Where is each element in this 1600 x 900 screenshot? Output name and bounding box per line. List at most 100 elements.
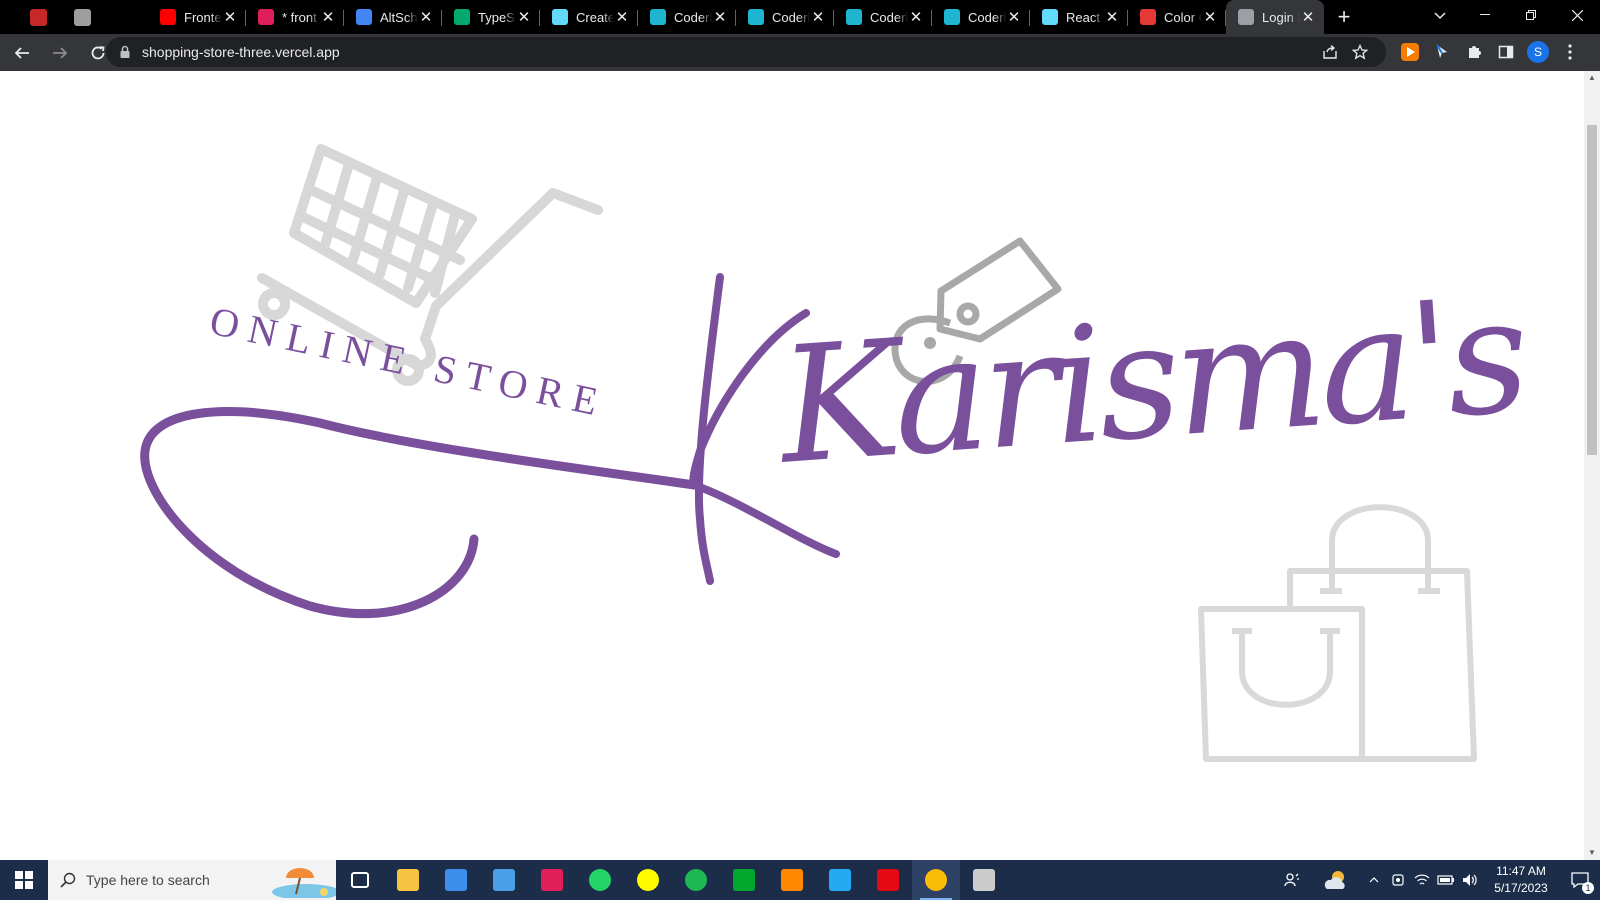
pinned-tab-1[interactable] [16, 0, 60, 34]
pinned-tab-2[interactable] [60, 0, 104, 34]
scrollbar-thumb[interactable] [1587, 125, 1597, 455]
taskbar-app-whatsapp[interactable] [576, 860, 624, 900]
taskbar-app-slack[interactable] [528, 860, 576, 900]
restore-button[interactable] [1508, 0, 1554, 30]
evernote-icon [733, 869, 755, 891]
minimize-button[interactable] [1462, 0, 1508, 30]
tab-close-icon[interactable]: ✕ [222, 8, 238, 26]
search-icon [60, 872, 76, 888]
menu-kebab-icon[interactable] [1558, 37, 1582, 67]
tab-close-icon[interactable]: ✕ [1104, 8, 1120, 26]
chevron-up-icon[interactable] [1362, 860, 1386, 900]
tab-close-icon[interactable]: ✕ [908, 8, 924, 26]
taskbar-app-spotify[interactable] [672, 860, 720, 900]
browser-tab[interactable]: Login I ✕ [1226, 0, 1324, 34]
browser-tab[interactable]: Coderb✕ [834, 0, 932, 34]
taskbar-app-evernote[interactable] [720, 860, 768, 900]
tab-close-icon[interactable]: ✕ [614, 8, 630, 26]
pinned-tabs [0, 0, 148, 34]
taskbar-app-task-view[interactable] [336, 860, 384, 900]
taskbar-app-chrome[interactable] [912, 860, 960, 900]
react-icon [1042, 9, 1058, 25]
browser-tab[interactable]: React / ✕ [1030, 0, 1128, 34]
browser-tab[interactable]: Coderb✕ [736, 0, 834, 34]
tab-title: Fronte [184, 9, 222, 25]
system-clock[interactable]: 11:47 AM 5/17/2023 [1482, 863, 1560, 897]
bookmark-star-icon[interactable] [1352, 44, 1368, 60]
tab-close-icon[interactable]: ✕ [516, 8, 532, 26]
battery-icon[interactable] [1434, 860, 1458, 900]
notification-center-button[interactable]: 1 [1560, 860, 1600, 900]
notification-badge: 1 [1582, 882, 1594, 894]
back-button[interactable] [6, 37, 38, 69]
coderbyte-icon [650, 9, 666, 25]
youtube-icon [160, 9, 176, 25]
side-panel-icon[interactable] [1494, 37, 1518, 67]
system-tray: 11:47 AM 5/17/2023 1 [1274, 860, 1600, 900]
netflix-icon [877, 869, 899, 891]
color-icon [1140, 9, 1156, 25]
extensions-puzzle-icon[interactable] [1462, 37, 1486, 67]
taskbar-search[interactable]: Type here to search [48, 860, 336, 900]
profile-initial: S [1527, 41, 1549, 63]
tab-close-icon[interactable]: ✕ [320, 8, 336, 26]
page-scrollbar[interactable]: ▲ ▼ [1584, 71, 1600, 860]
address-url[interactable]: shopping-store-three.vercel.app [142, 44, 340, 60]
shopping-bags-icon [1198, 504, 1477, 762]
scroll-down-arrow[interactable]: ▼ [1584, 846, 1600, 860]
extension-cursor-icon[interactable] [1430, 37, 1454, 67]
tab-title: * front [282, 9, 317, 25]
coderbyte-icon [944, 9, 960, 25]
forward-button[interactable] [44, 37, 76, 69]
tab-search-button[interactable] [1426, 4, 1454, 28]
share-icon[interactable] [1322, 44, 1338, 60]
browser-tab[interactable]: * front ✕ [246, 0, 344, 34]
address-bar[interactable]: shopping-store-three.vercel.app [106, 37, 1386, 67]
search-placeholder: Type here to search [86, 872, 210, 888]
scroll-up-arrow[interactable]: ▲ [1584, 71, 1600, 85]
taskbar-app-snapchat[interactable] [624, 860, 672, 900]
taskbar-app-store[interactable] [432, 860, 480, 900]
browser-tab[interactable]: Coderb✕ [638, 0, 736, 34]
taskbar-app-terminal[interactable] [960, 860, 1008, 900]
pinned-tab-3[interactable] [104, 0, 148, 34]
browser-tab[interactable]: Create ✕ [540, 0, 638, 34]
new-tab-button[interactable]: + [1324, 0, 1364, 34]
search-highlight-beach-icon [272, 868, 336, 898]
tab-close-icon[interactable]: ✕ [1006, 8, 1022, 26]
tab-close-icon[interactable]: ✕ [1300, 8, 1316, 26]
windows-logo-icon [15, 871, 33, 889]
forward-arrow-icon [53, 46, 68, 59]
spotify-icon [685, 869, 707, 891]
lock-icon [120, 45, 130, 58]
start-button[interactable] [0, 860, 48, 900]
taskbar-app-file-explorer[interactable] [384, 860, 432, 900]
volume-icon[interactable] [1458, 860, 1482, 900]
tab-title: Coderb [772, 9, 810, 25]
browser-tab[interactable]: Coderb✕ [932, 0, 1030, 34]
wifi-icon[interactable] [1410, 860, 1434, 900]
profile-avatar[interactable]: S [1526, 37, 1550, 67]
reload-icon [91, 45, 105, 59]
tab-close-icon[interactable]: ✕ [1202, 8, 1218, 26]
taskbar-app-vscode[interactable] [816, 860, 864, 900]
taskbar-app-netflix[interactable] [864, 860, 912, 900]
tab-close-icon[interactable]: ✕ [810, 8, 826, 26]
people-icon[interactable] [1274, 860, 1310, 900]
tab-close-icon[interactable]: ✕ [712, 8, 728, 26]
weather-icon[interactable] [1310, 860, 1362, 900]
close-window-button[interactable] [1554, 0, 1600, 30]
browser-tab[interactable]: TypeSc✕ [442, 0, 540, 34]
globe-icon [1238, 9, 1254, 25]
tab-close-icon[interactable]: ✕ [418, 8, 434, 26]
tab-title: Login I [1262, 9, 1300, 25]
taskbar-app-mail[interactable] [480, 860, 528, 900]
browser-tab[interactable]: Fronte ✕ [148, 0, 246, 34]
camera-tray-icon[interactable] [1386, 860, 1410, 900]
tab-title: React / [1066, 9, 1104, 25]
taskbar-app-vlc[interactable] [768, 860, 816, 900]
browser-tab[interactable]: AltSch ✕ [344, 0, 442, 34]
extension-player-icon[interactable] [1398, 37, 1422, 67]
store-icon [445, 869, 467, 891]
browser-tab[interactable]: Color C✕ [1128, 0, 1226, 34]
